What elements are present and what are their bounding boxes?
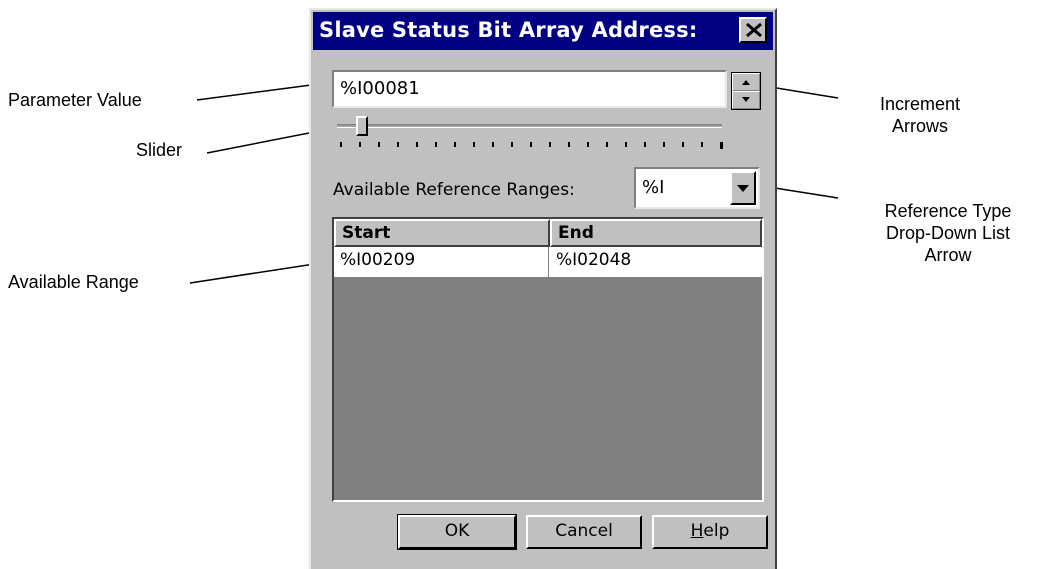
- slider-track[interactable]: [337, 124, 722, 128]
- callout-available-range: Available Range: [8, 272, 139, 292]
- slider-tick: [359, 142, 361, 147]
- dropdown-arrow-button[interactable]: [730, 171, 756, 205]
- callout-ref-type-line2: Drop-Down List: [885, 223, 1011, 243]
- help-button[interactable]: Help: [652, 515, 768, 549]
- slider-tick: [644, 142, 646, 147]
- slider-tick: [663, 142, 665, 147]
- increment-arrows[interactable]: [731, 72, 761, 110]
- range-table: Start End %I00209 %I02048: [332, 217, 764, 502]
- slider-tick: [454, 142, 456, 147]
- ref-ranges-label: Available Reference Ranges:: [333, 180, 575, 200]
- slider-tick: [530, 142, 532, 147]
- slider-tick: [625, 142, 627, 147]
- column-divider: [548, 247, 549, 277]
- callout-ref-type-line1: Reference Type: [884, 201, 1012, 221]
- close-button[interactable]: [739, 17, 767, 43]
- slider-tick: [492, 142, 494, 147]
- slider-tick: [701, 142, 703, 147]
- callout-increment-arrows: Increment Arrows: [850, 93, 990, 137]
- ref-type-value: %I: [642, 177, 665, 198]
- slider-tick: [416, 142, 418, 147]
- arrow-up-icon: [742, 80, 750, 85]
- ref-type-dropdown[interactable]: %I: [634, 167, 760, 209]
- slider-tick: [549, 142, 551, 147]
- slider-tick: [378, 142, 380, 147]
- callout-parameter-value: Parameter Value: [8, 90, 142, 110]
- parameter-value-text: %I00081: [340, 78, 420, 99]
- increment-up-button[interactable]: [732, 73, 760, 91]
- slider-tick: [587, 142, 589, 147]
- slider-tick: [682, 142, 684, 147]
- slider-tick: [397, 142, 399, 147]
- slider-tick: [340, 142, 342, 147]
- row-divider: [334, 277, 762, 278]
- callout-ref-type: Reference Type Drop-Down List Arrow: [856, 200, 1040, 266]
- slider-tick: [606, 142, 608, 147]
- callout-slider: Slider: [136, 140, 183, 160]
- title-bar[interactable]: Slave Status Bit Array Address:: [313, 12, 773, 50]
- cell-end: %I02048: [556, 250, 632, 270]
- callout-increment-line2: Arrows: [891, 116, 948, 136]
- slider-tick: [568, 142, 570, 147]
- slider-tick: [435, 142, 437, 147]
- increment-down-button[interactable]: [732, 91, 760, 109]
- cancel-button[interactable]: Cancel: [526, 515, 642, 549]
- slider-tick: [720, 142, 723, 149]
- arrow-down-icon: [742, 97, 750, 102]
- slider-thumb[interactable]: [356, 116, 368, 136]
- callout-increment-line1: Increment: [879, 94, 961, 114]
- slider-tick: [511, 142, 513, 147]
- parameter-value-input[interactable]: %I00081: [332, 70, 727, 108]
- slider-tick: [473, 142, 475, 147]
- callout-ref-type-line3: Arrow: [924, 245, 972, 265]
- dialog-title: Slave Status Bit Array Address:: [319, 18, 698, 42]
- cell-start: %I00209: [340, 250, 416, 270]
- column-header-end[interactable]: End: [550, 219, 762, 247]
- ok-button[interactable]: OK: [397, 514, 517, 550]
- chevron-down-icon: [737, 185, 749, 192]
- close-icon: [746, 23, 762, 37]
- column-header-start[interactable]: Start: [334, 219, 550, 247]
